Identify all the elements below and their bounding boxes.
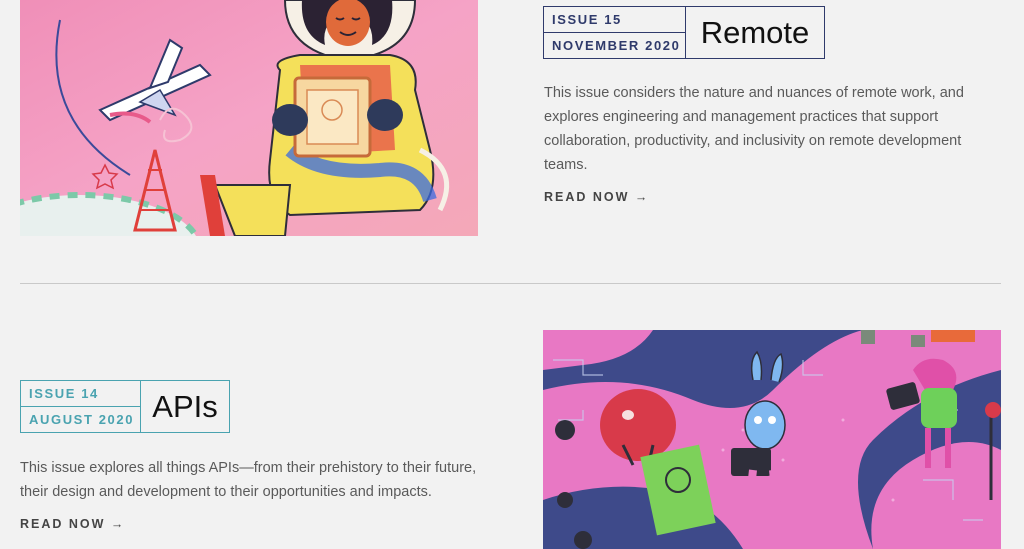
issue-14-cover-illustration[interactable] <box>543 330 1001 549</box>
issue-15-date: NOVEMBER 2020 <box>552 38 681 53</box>
section-divider <box>20 283 1001 284</box>
issue-14-number: ISSUE 14 <box>21 381 140 407</box>
issue-14-description: This issue explores all things APIs—from… <box>20 460 477 500</box>
issue-15-number: ISSUE 15 <box>544 7 685 33</box>
issue-15-description: This issue considers the nature and nuan… <box>544 85 964 173</box>
issue-15-cover-illustration[interactable] <box>20 0 478 236</box>
issue-15-badge: ISSUE 15 NOVEMBER 2020 Remote <box>543 6 825 59</box>
issue-15-read-now-link[interactable]: READ NOW → <box>544 190 649 204</box>
issue-14-meta: ISSUE 14 AUGUST 2020 <box>21 381 140 432</box>
issue-14-read-now-link[interactable]: READ NOW → <box>20 517 125 531</box>
issue-15-meta: ISSUE 15 NOVEMBER 2020 <box>544 7 685 58</box>
issue-15-title[interactable]: Remote <box>685 7 824 58</box>
issue-14-title[interactable]: APIs <box>140 381 229 432</box>
issue-14-date: AUGUST 2020 <box>29 412 135 427</box>
issue-14-badge: ISSUE 14 AUGUST 2020 APIs <box>20 380 230 433</box>
